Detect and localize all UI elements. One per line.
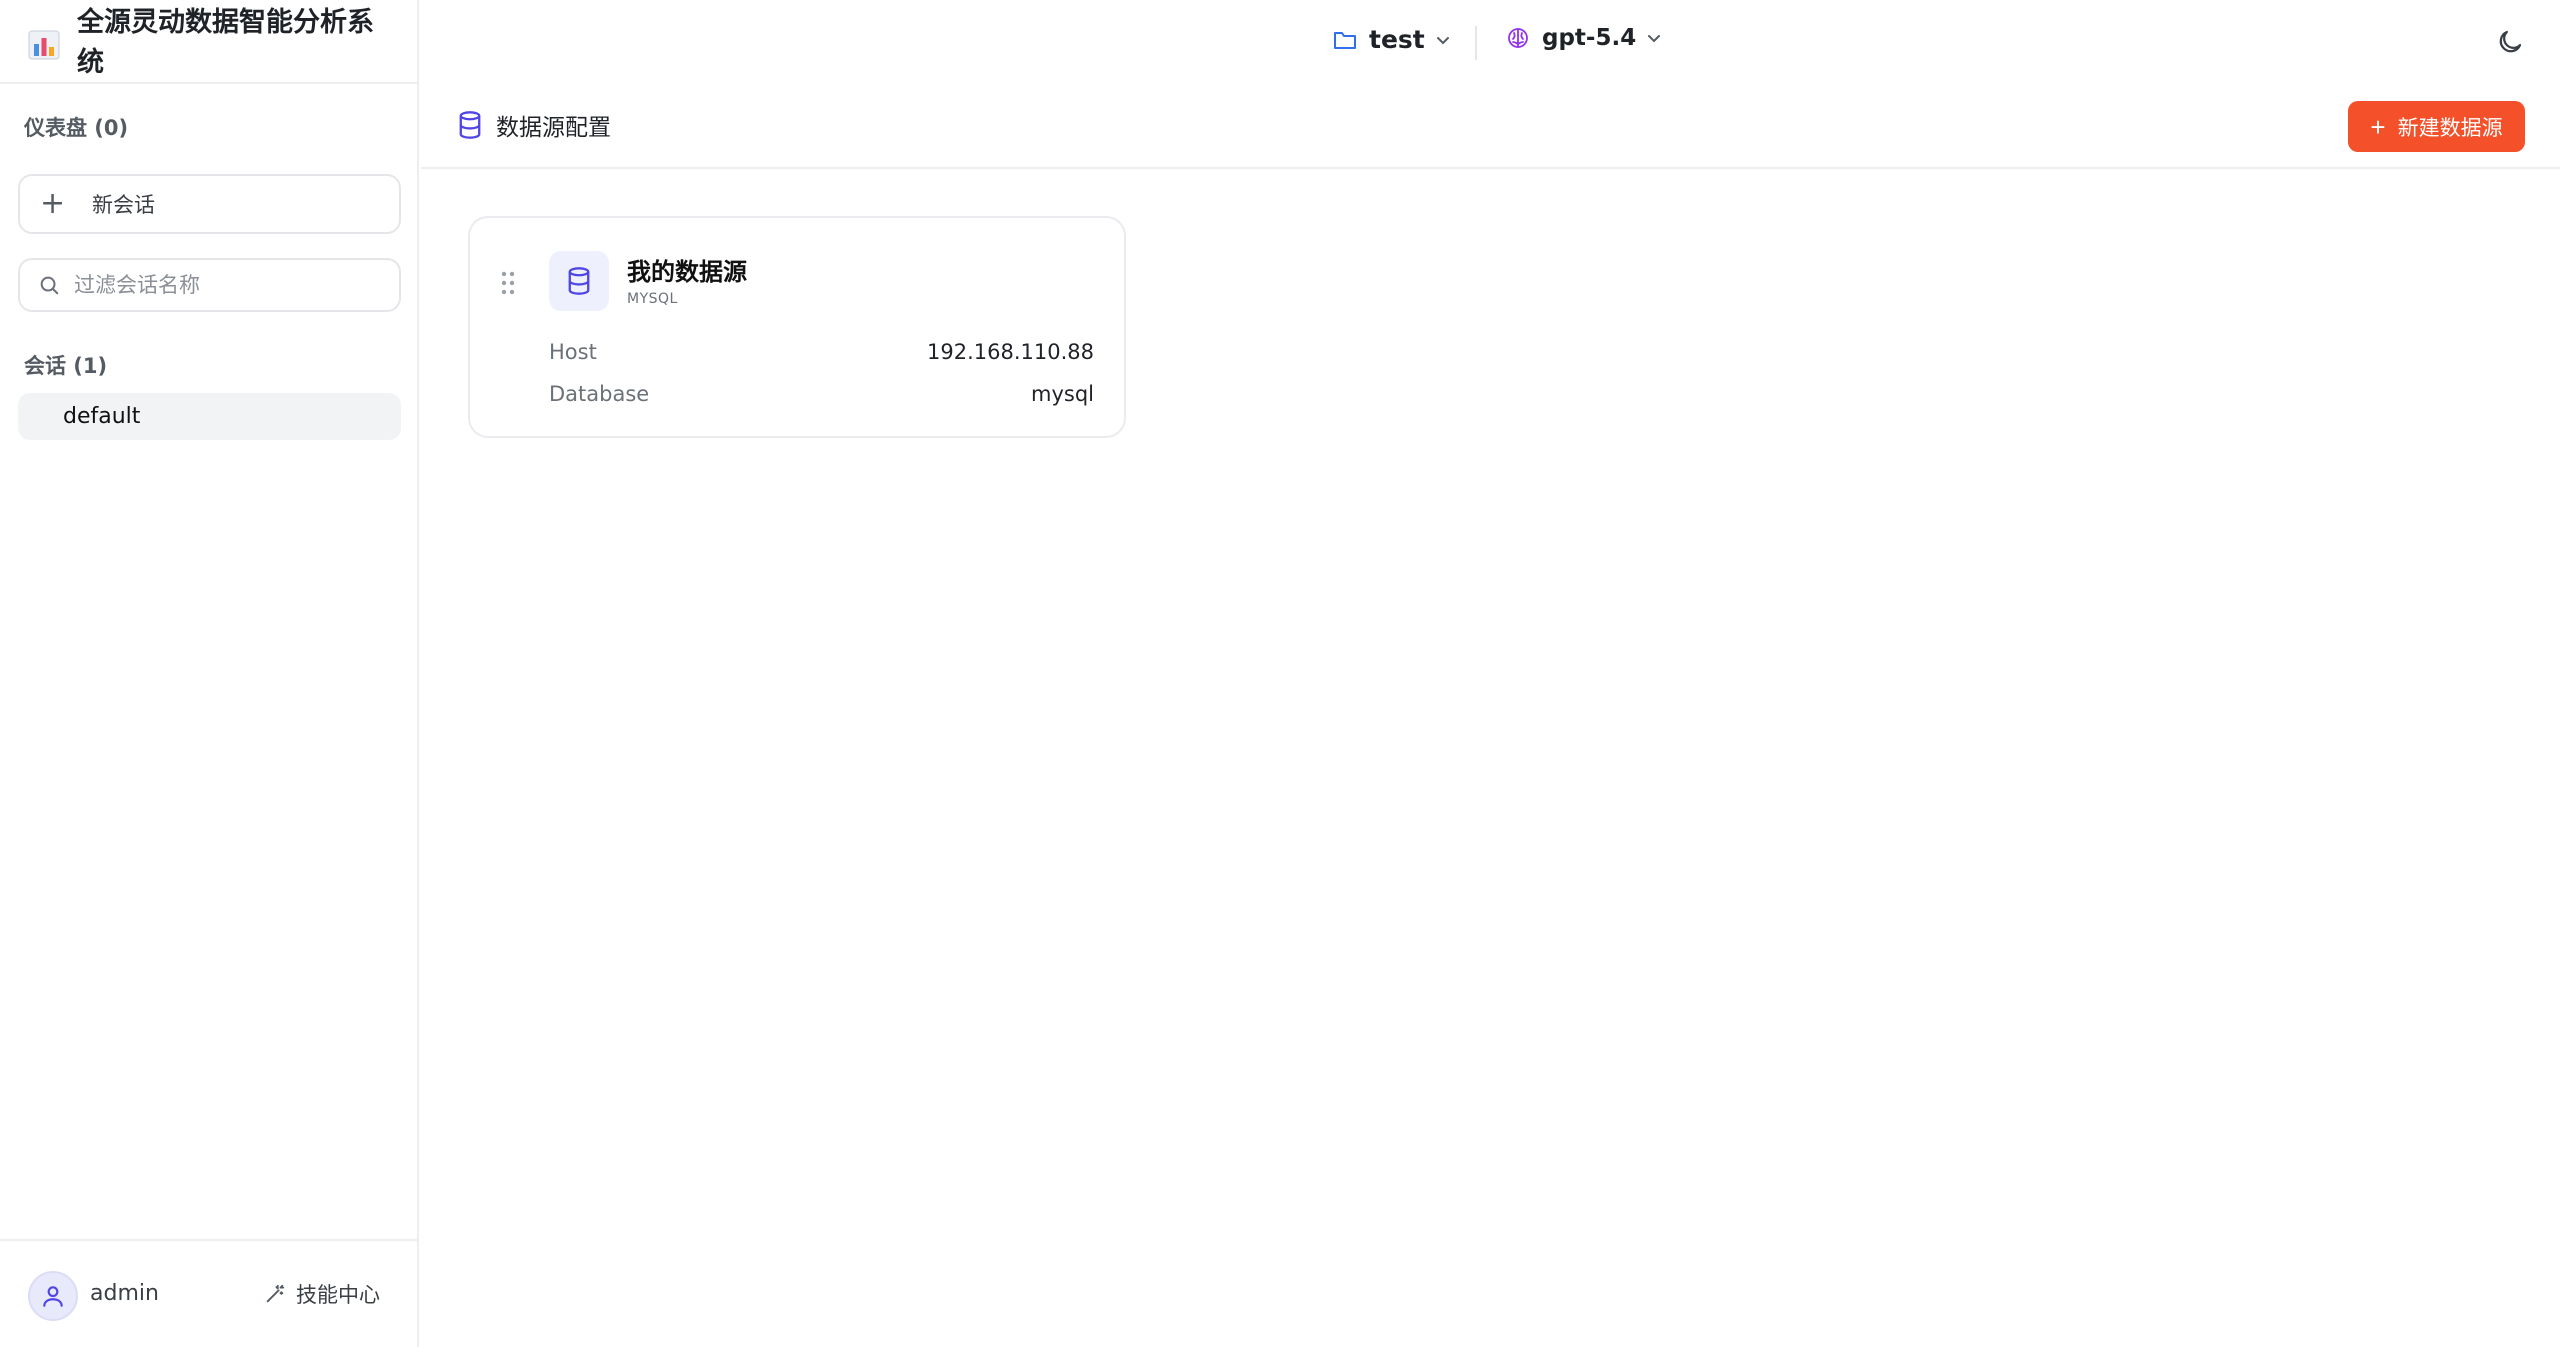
session-name: default [63,404,141,429]
project-selector[interactable]: test [1333,25,1451,54]
magic-wand-icon [266,1284,285,1303]
model-name: gpt-5.4 [1542,25,1637,51]
sidebar-footer: admin 技能中心 [0,1239,419,1347]
page-title-text: 数据源配置 [496,115,611,141]
new-datasource-label: 新建数据源 [2397,116,2503,140]
session-search[interactable] [18,258,401,312]
session-search-input[interactable] [72,272,372,298]
folder-icon [1334,31,1356,49]
user-icon [43,1286,63,1307]
new-datasource-button[interactable]: + 新建数据源 [2348,101,2525,152]
datasource-icon-badge [549,251,609,311]
top-bar: test gpt-5.4 [421,0,2560,84]
database-value: mysql [1031,382,1094,406]
project-name: test [1369,25,1425,54]
brain-icon [1508,28,1528,48]
search-icon [40,276,59,295]
datasource-type: MYSQL [627,291,678,307]
page-header: 数据源配置 + 新建数据源 [421,84,2560,169]
host-value: 192.168.110.88 [927,340,1094,364]
avatar[interactable] [28,1271,78,1321]
host-label: Host [549,340,597,364]
database-label: Database [549,382,650,406]
chevron-down-icon [1648,35,1661,43]
skills-center-link[interactable]: 技能中心 [264,1279,380,1309]
session-item-default[interactable]: default [18,393,401,440]
database-icon [568,267,590,295]
datasource-card[interactable]: 我的数据源 MYSQL Host 192.168.110.88 Database… [468,216,1126,438]
plus-icon: + [40,186,66,221]
sessions-section-label: 会话 (1) [24,354,108,378]
model-selector[interactable]: gpt-5.4 [1506,25,1662,51]
sidebar: 全源灵动数据智能分析系统 仪表盘 (0) + 新会话 会话 (1) defaul… [0,0,419,1347]
database-icon [459,111,481,139]
drag-handle-icon[interactable] [500,270,516,296]
page-title: 数据源配置 [456,108,611,142]
bar-chart-icon [28,30,60,60]
brand-header: 全源灵动数据智能分析系统 [0,0,419,84]
new-chat-label: 新会话 [92,193,155,217]
app-title: 全源灵动数据智能分析系统 [77,7,374,78]
moon-icon[interactable] [2495,27,2525,57]
skills-center-label: 技能中心 [296,1283,380,1307]
datasource-name: 我的数据源 [627,258,747,286]
new-chat-button[interactable]: + 新会话 [18,174,401,234]
user-name[interactable]: admin [90,1281,159,1306]
chevron-down-icon [1436,36,1449,44]
plus-icon: + [2370,111,2386,142]
dashboards-section-label[interactable]: 仪表盘 (0) [24,112,128,142]
topbar-divider [1475,26,1477,60]
